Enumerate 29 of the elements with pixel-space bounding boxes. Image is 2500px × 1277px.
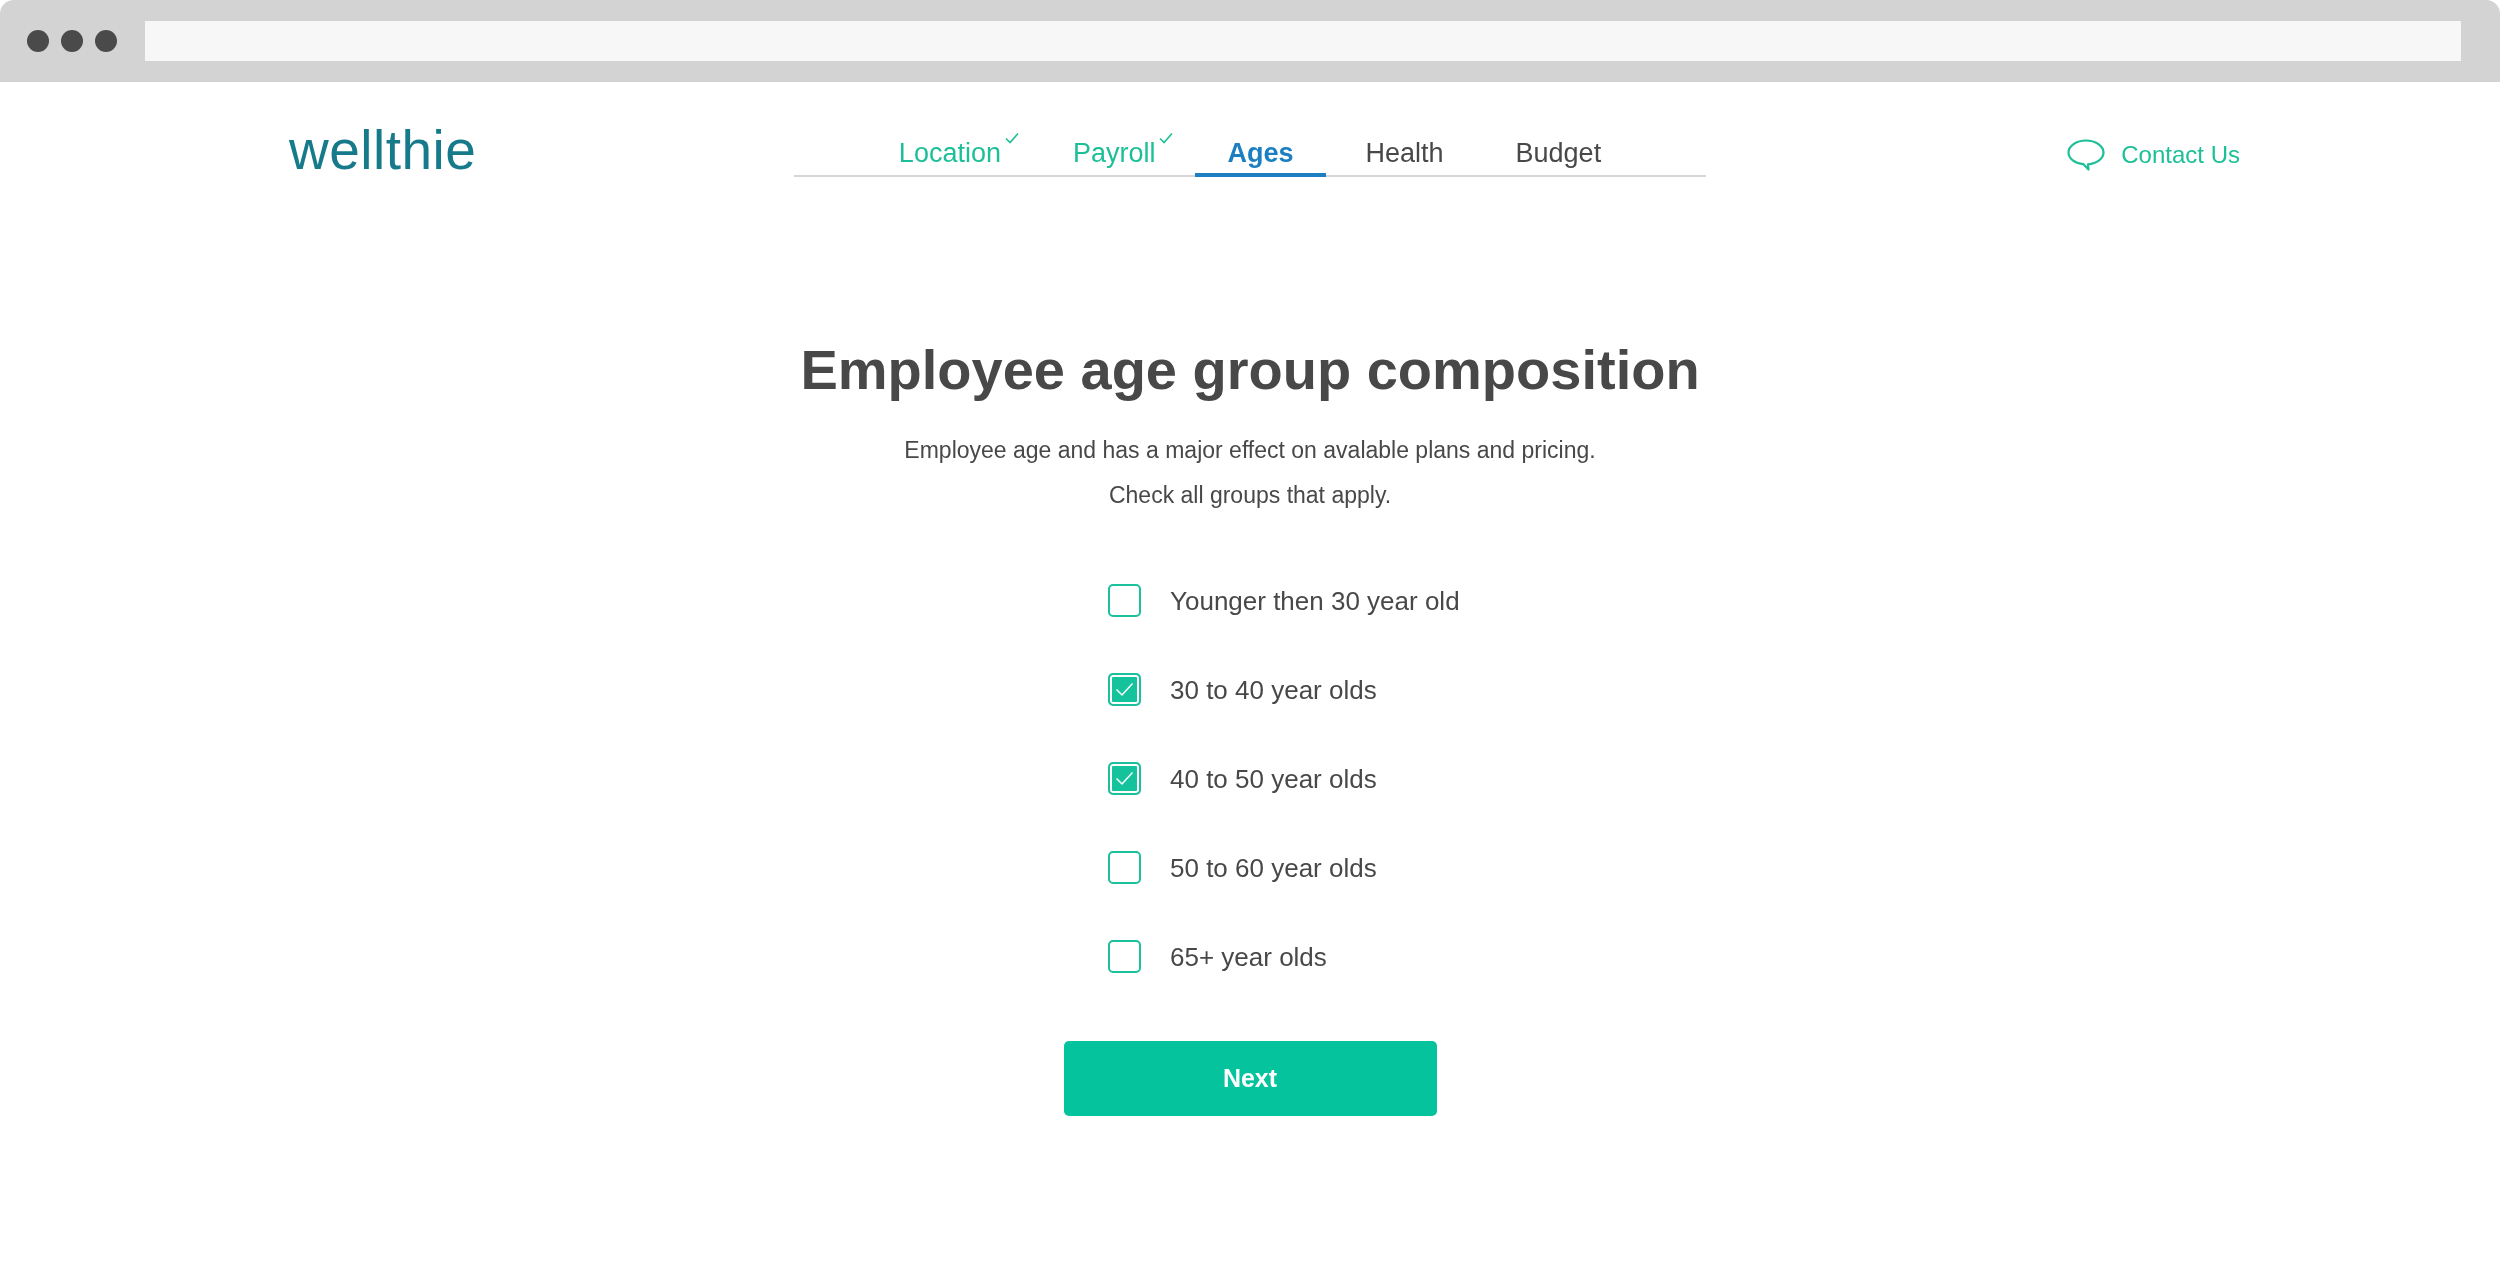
contact-us-link[interactable]: Contact Us	[2067, 138, 2240, 172]
step-tab[interactable]: Payroll	[1040, 129, 1188, 177]
option-label: 50 to 60 year olds	[1170, 851, 1377, 885]
check-icon	[1159, 132, 1174, 144]
window-control-icon[interactable]	[27, 30, 49, 52]
step-tab[interactable]: Health	[1333, 129, 1476, 177]
step-tab[interactable]: Location	[866, 129, 1033, 177]
checkbox[interactable]	[1108, 584, 1141, 617]
checkbox[interactable]	[1108, 940, 1141, 973]
description-text: Employee age and has a major effect on avalable plans and pricing.	[904, 436, 1596, 465]
window-control-icon[interactable]	[95, 30, 117, 52]
check-icon	[1004, 132, 1019, 144]
option-label: Younger then 30 year old	[1170, 584, 1460, 618]
next-button[interactable]: Next	[1063, 1041, 1437, 1116]
checkbox[interactable]	[1108, 673, 1141, 706]
instruction-text: Check all groups that apply.	[1108, 481, 1392, 510]
checkbox[interactable]	[1108, 851, 1141, 884]
option-label: 30 to 40 year olds	[1170, 673, 1377, 707]
window-control-icon[interactable]	[61, 30, 83, 52]
step-tab[interactable]: Budget	[1483, 129, 1634, 177]
checkbox[interactable]	[1108, 762, 1141, 795]
option-label: 40 to 50 year olds	[1170, 762, 1377, 796]
option-label: 65+ year olds	[1170, 940, 1327, 974]
page-heading: Employee age group composition	[800, 339, 1700, 401]
check-icon	[1115, 771, 1134, 786]
logo[interactable]: wellthie	[289, 118, 477, 182]
check-icon	[1115, 682, 1134, 697]
step-tab[interactable]: Ages	[1195, 129, 1326, 177]
speech-bubble-icon	[2067, 139, 2106, 171]
